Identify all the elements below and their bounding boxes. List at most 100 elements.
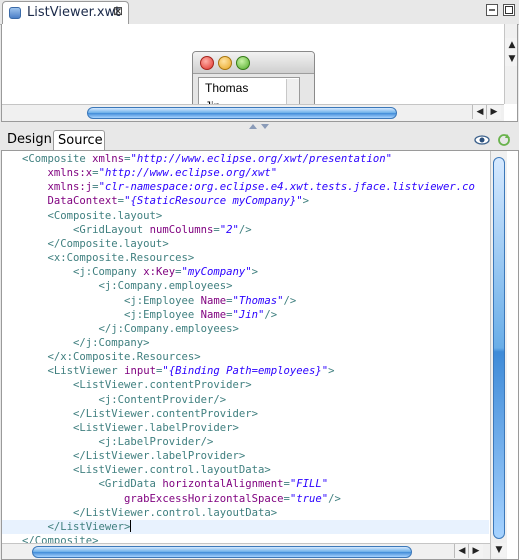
code-line[interactable]: xmlns:x="http://www.eclipse.org/xwt" — [22, 166, 278, 180]
preview-eye-icon[interactable] — [474, 133, 490, 147]
minimize-icon[interactable] — [485, 3, 499, 17]
editor-horizontal-scrollbar[interactable]: ◀ ▶ — [2, 543, 490, 559]
code-line[interactable]: <ListViewer.labelProvider> — [22, 421, 239, 435]
preview-horizontal-scrollbar[interactable]: ◀ ▶ — [2, 104, 504, 121]
split-sash[interactable] — [0, 122, 519, 130]
editor-vertical-scrollbar[interactable] — [490, 151, 507, 541]
code-line[interactable]: grabExcessHorizontalSpace="true"/> — [22, 492, 341, 506]
scroll-right-icon[interactable]: ▶ — [486, 105, 501, 119]
code-token: /> — [238, 223, 252, 236]
code-line[interactable]: <GridData horizontalAlignment="FILL" — [22, 477, 329, 491]
code-token: "{Binding Path=employees}" — [162, 365, 329, 378]
code-token: "Thomas" — [232, 294, 284, 307]
code-token: "{StaticResource myCompany}" — [124, 195, 303, 208]
scroll-right-icon[interactable]: ▶ — [468, 544, 483, 558]
scroll-left-icon[interactable]: ◀ — [454, 544, 469, 558]
code-line[interactable]: </ListViewer.labelProvider> — [22, 449, 245, 463]
code-token: </ListViewer.contentProvider> — [22, 407, 258, 420]
code-token: "http://www.eclipse.org/xwt" — [98, 167, 278, 180]
code-token: input — [124, 365, 156, 378]
scroll-up-icon[interactable]: ▲ — [505, 38, 517, 52]
scroll-left-icon[interactable]: ◀ — [472, 105, 487, 119]
editor-tab-bar: ListViewer.xwt ⊠ — [0, 0, 519, 25]
code-line[interactable]: <j:ContentProvider/> — [22, 393, 227, 407]
refresh-icon[interactable] — [497, 133, 511, 147]
code-token: > — [251, 266, 259, 279]
scroll-down-icon[interactable]: ▼ — [492, 543, 506, 557]
code-line[interactable]: <Composite xmlns="http://www.eclipse.org… — [22, 152, 392, 166]
code-token: "Jin" — [232, 308, 265, 321]
preview-vertical-scrollbar[interactable]: ▲ ▼ — [504, 24, 517, 104]
code-line[interactable]: </j:Company.employees> — [22, 322, 239, 336]
code-token: "myCompany" — [181, 266, 252, 279]
code-token: </ListViewer.labelProvider> — [22, 450, 246, 463]
code-token: "true" — [289, 492, 329, 505]
code-token: horizontalAlignment — [162, 478, 284, 491]
code-token: <j:Employee — [22, 308, 201, 321]
code-token: numColumns — [149, 223, 214, 236]
editor-tab[interactable]: ListViewer.xwt ⊠ — [2, 1, 129, 24]
code-token: DataContext — [22, 195, 118, 208]
code-token: <GridData — [22, 478, 163, 491]
code-token: </j:Company> — [22, 336, 150, 349]
sash-arrows-icon[interactable] — [248, 122, 270, 130]
code-line[interactable]: </ListViewer.contentProvider> — [22, 407, 258, 421]
code-token: grabExcessHorizontalSpace — [22, 492, 284, 505]
code-line[interactable]: </Composite.layout> — [22, 237, 169, 251]
code-line[interactable]: <Composite.layout> — [22, 209, 163, 223]
code-token: xmlns:j — [22, 181, 93, 194]
code-line[interactable]: <j:Employee Name="Thomas"/> — [22, 294, 296, 308]
code-token: Name — [200, 294, 227, 307]
code-token: <j:Employee — [22, 294, 201, 307]
code-token: "2" — [219, 223, 239, 236]
tab-source[interactable]: Source — [53, 130, 105, 150]
code-token: </Composite.layout> — [22, 237, 169, 250]
code-line[interactable]: <ListViewer.control.layoutData> — [22, 463, 271, 477]
code-token: <j:Company.employees> — [22, 280, 233, 293]
code-token: "clr-namespace:org.eclipse.e4.xwt.tests.… — [98, 181, 475, 194]
code-token: /> — [283, 294, 297, 307]
code-line[interactable]: <ListViewer input="{Binding Path=employe… — [22, 364, 335, 378]
code-line[interactable]: xmlns:j="clr-namespace:org.eclipse.e4.xw… — [22, 180, 475, 194]
close-window-icon[interactable] — [200, 56, 214, 70]
code-token: Name — [200, 308, 227, 321]
minimize-window-icon[interactable] — [218, 56, 232, 70]
code-line[interactable]: </ListViewer> — [2, 519, 489, 534]
tab-design[interactable]: Design — [3, 130, 53, 150]
code-token: <Composite.layout> — [22, 209, 163, 222]
code-line[interactable]: </x:Composite.Resources> — [22, 350, 201, 364]
scroll-down-icon[interactable]: ▼ — [505, 52, 517, 66]
code-token: <j:Company — [22, 266, 144, 279]
code-line[interactable]: <j:Company.employees> — [22, 279, 233, 293]
code-token: > — [328, 365, 335, 378]
list-item[interactable]: Thomas — [205, 81, 248, 95]
code-token: <ListViewer.contentProvider> — [22, 379, 252, 392]
close-tab-icon[interactable]: ⊠ — [113, 4, 123, 18]
view-tabs: Design Source — [0, 130, 519, 150]
code-line[interactable]: <j:Employee Name="Jin"/> — [22, 308, 277, 322]
code-line[interactable]: <ListViewer.contentProvider> — [22, 378, 252, 392]
code-line[interactable]: <j:LabelProvider/> — [22, 435, 214, 449]
preview-canvas: Thomas Jin ◀ ▶ ▲ ▼ ◀ ▶ — [1, 24, 518, 122]
zoom-window-icon[interactable] — [236, 56, 250, 70]
code-line[interactable]: </ListViewer.control.layoutData> — [22, 506, 277, 520]
text-caret — [130, 519, 132, 532]
code-token: /> — [264, 308, 278, 321]
code-line[interactable]: </j:Company> — [22, 336, 150, 350]
editor-vscroll-thumb[interactable] — [493, 157, 505, 539]
code-token: <x:Composite.Resources> — [22, 252, 195, 265]
source-editor[interactable]: <Composite xmlns="http://www.eclipse.org… — [1, 150, 519, 560]
code-token: "FILL" — [289, 478, 329, 491]
code-token: <j:ContentProvider/> — [22, 393, 227, 406]
code-token: "http://www.eclipse.org/xwt/presentation… — [130, 153, 392, 165]
code-line[interactable]: <j:Company x:Key="myCompany"> — [22, 265, 258, 279]
editor-hscroll-thumb[interactable] — [32, 546, 412, 558]
code-token: <ListViewer.control.layoutData> — [22, 464, 271, 477]
editor-scroll-corner: ▼ — [490, 541, 507, 559]
code-token: </j:Company.employees> — [22, 322, 239, 335]
code-line[interactable]: DataContext="{StaticResource myCompany}"… — [22, 194, 310, 208]
preview-hscroll-thumb[interactable] — [87, 107, 397, 119]
code-line[interactable]: <x:Composite.Resources> — [22, 251, 195, 265]
code-line[interactable]: <GridLayout numColumns="2"/> — [22, 223, 252, 237]
maximize-icon[interactable] — [502, 3, 516, 17]
